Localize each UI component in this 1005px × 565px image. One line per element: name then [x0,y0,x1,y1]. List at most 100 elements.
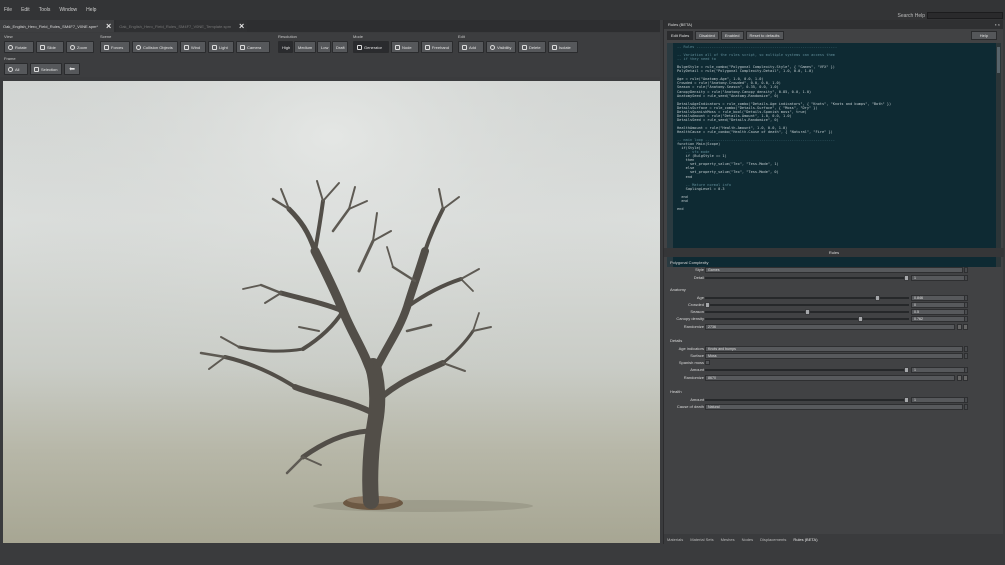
back-arrow-button[interactable]: ⬅ [64,63,80,75]
details-randomize-seed[interactable]: 8670 [705,375,955,381]
light-button[interactable]: Light [208,41,234,53]
reset-to-defaults-button[interactable]: Reset to defaults [745,31,784,40]
doc-tab-active[interactable]: Oak_English_Hero_Field_Rules_SM4F7_V0NE.… [0,20,115,32]
menu-window[interactable]: Window [59,7,77,13]
age-slider[interactable] [705,295,909,301]
frame-all-button[interactable]: All [4,63,28,75]
tab-disabled[interactable]: Disabled [695,31,719,40]
tab-material-sets[interactable]: Material Sets [690,537,713,542]
doc-tab-label: Oak_English_Hero_Field_Rules_SM4F7_V0NE.… [3,23,98,29]
scrollbar-thumb[interactable] [997,47,1000,73]
doc-tab-template[interactable]: Oak_English_Hero_Field_Rules_SM4F7_V0NE_… [116,20,248,32]
forces-button[interactable]: Forces [100,41,130,53]
crowded-spinner-icon[interactable] [964,302,968,308]
camera-icon [240,44,245,50]
resolution-draft-button[interactable]: Draft [332,41,348,53]
generator-mode-button[interactable]: Generator [353,41,389,53]
health-amount-value[interactable]: 1 [911,397,965,403]
frame-selection-button[interactable]: Selection [30,63,62,75]
detail-slider[interactable] [705,275,909,281]
section-polygonal-complexity: Polygonal Complexity Style Games Detail … [667,260,1000,284]
3d-viewport[interactable] [3,81,660,543]
slider-thumb[interactable] [904,367,909,373]
tab-meshes[interactable]: Meshes [721,537,735,542]
tab-materials[interactable]: Materials [667,537,683,542]
zoom-button[interactable]: Zoom [66,41,94,53]
canopy-density-spinner-icon[interactable] [964,316,968,322]
age-spinner-icon[interactable] [964,295,968,301]
detail-value[interactable]: 1 [911,275,965,281]
tab-displacements[interactable]: Displacements [760,537,786,542]
health-amount-spinner-icon[interactable] [964,397,968,403]
delete-button[interactable]: Delete [518,41,546,53]
editor-scrollbar[interactable] [996,43,1001,267]
rotate-button[interactable]: Rotate [4,41,34,53]
details-amount-spinner-icon[interactable] [964,367,968,373]
seed-dice-icon[interactable] [963,375,968,381]
slider-thumb[interactable] [904,397,909,403]
crowded-slider[interactable] [705,302,909,308]
surface-dropdown[interactable]: Moss [705,353,963,359]
slider-thumb[interactable] [904,275,909,281]
crowded-value[interactable]: 0 [911,302,965,308]
close-icon[interactable]: × [239,21,244,31]
canopy-density-slider[interactable] [705,316,909,322]
rules-section-header: Rules [664,248,1004,257]
canopy-density-value[interactable]: 0.762 [911,316,965,322]
season-spinner-icon[interactable] [964,309,968,315]
season-slider[interactable] [705,309,909,315]
spanish-moss-checkbox[interactable] [705,360,710,365]
details-amount-value[interactable]: 1 [911,367,965,373]
section-title: Details [670,338,683,343]
slider-thumb[interactable] [875,295,880,301]
node-mode-button[interactable]: Node [391,41,419,53]
resolution-high-button[interactable]: High [278,41,293,53]
cause-of-death-dropdown[interactable]: Natural [705,404,963,410]
tab-nodes[interactable]: Nodes [742,537,754,542]
search-help-input[interactable] [927,12,1003,19]
seed-spin-icon[interactable] [957,375,962,381]
detail-spinner-icon[interactable] [964,275,968,281]
slider-thumb[interactable] [705,302,710,308]
isolate-button[interactable]: Isolate [548,41,578,53]
close-icon[interactable]: × [106,21,111,31]
health-amount-slider[interactable] [705,397,909,403]
resolution-medium-button[interactable]: Medium [294,41,316,53]
randomize-label: Randomize [683,375,704,380]
details-amount-slider[interactable] [705,367,909,373]
tab-enabled[interactable]: Enabled [720,31,744,40]
help-button[interactable]: Help [970,31,997,40]
resolution-low-button[interactable]: Low [317,41,331,53]
seed-dice-icon[interactable] [963,324,968,330]
slider-thumb[interactable] [858,316,863,322]
style-dropdown[interactable]: Games [705,267,963,273]
style-dropdown-arrow-icon[interactable] [964,267,968,273]
freehand-mode-button[interactable]: Freehand [421,41,453,53]
surface-dropdown-arrow-icon[interactable] [964,353,968,359]
code-editor[interactable]: -- Rules -------------------------------… [667,43,1001,267]
menu-file[interactable]: File [4,7,12,13]
age-indicators-dropdown[interactable]: Knots and bumps [705,346,963,352]
add-button[interactable]: Add [458,41,484,53]
tab-rules-beta[interactable]: Rules (BETA) [793,537,817,542]
collision-objects-button[interactable]: Collision Objects [132,41,178,53]
node-icon [395,44,400,50]
seed-spin-icon[interactable] [957,324,962,330]
tab-edit-rules[interactable]: Edit Rules [667,31,694,40]
slider-thumb[interactable] [805,309,810,315]
scene-group-label: Scene [100,34,112,39]
anatomy-randomize-seed[interactable]: 2736 [705,324,955,330]
visibility-button[interactable]: Visibility [486,41,516,53]
menu-tools[interactable]: Tools [39,7,51,13]
slide-button[interactable]: Slide [36,41,64,53]
menu-help[interactable]: Help [86,7,96,13]
age-value[interactable]: 0.846 [911,295,965,301]
camera-button[interactable]: Camera [236,41,270,53]
age-indicators-dropdown-arrow-icon[interactable] [964,346,968,352]
frame-selection-icon [34,66,39,72]
panel-window-controls-icon[interactable]: ▪ × [995,22,1000,29]
season-value[interactable]: 0.5 [911,309,965,315]
cause-of-death-dropdown-arrow-icon[interactable] [964,404,968,410]
menu-edit[interactable]: Edit [21,7,30,13]
wind-button[interactable]: Wind [180,41,206,53]
